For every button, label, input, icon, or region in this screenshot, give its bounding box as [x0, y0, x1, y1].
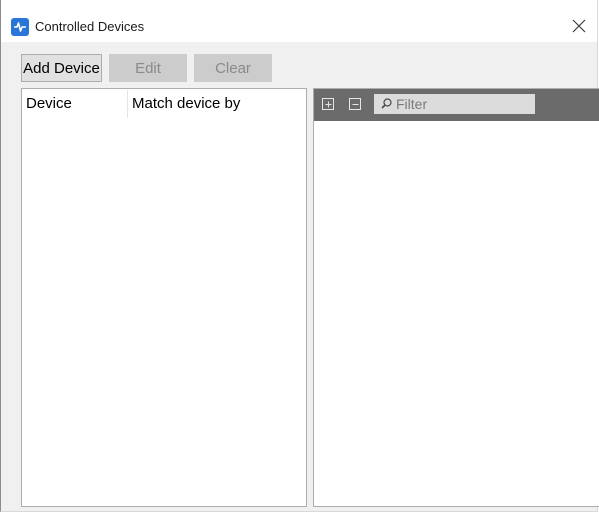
expand-all-button[interactable]: [322, 98, 334, 110]
close-icon: [572, 19, 586, 33]
edit-button[interactable]: Edit: [109, 54, 187, 82]
tree-toolbar: [314, 89, 599, 121]
close-button[interactable]: [567, 14, 591, 38]
column-header-match-device-by[interactable]: Match device by: [132, 93, 302, 119]
title-bar: Controlled Devices: [1, 0, 597, 42]
add-device-button[interactable]: Add Device: [21, 54, 102, 82]
app-logo-icon: [11, 18, 29, 36]
device-table[interactable]: Device Match device by: [21, 88, 307, 507]
filter-input[interactable]: [396, 94, 532, 114]
column-header-device[interactable]: Device: [26, 93, 126, 119]
minus-box-icon: [352, 104, 359, 105]
collapse-all-button[interactable]: [349, 98, 361, 110]
search-icon: [381, 98, 392, 109]
clear-button[interactable]: Clear: [194, 54, 272, 82]
column-divider[interactable]: [127, 90, 128, 118]
device-tree-panel[interactable]: [313, 88, 599, 507]
filter-box: [374, 94, 535, 114]
window-title: Controlled Devices: [35, 19, 145, 34]
plus-box-icon: [325, 101, 332, 108]
controlled-devices-dialog: Controlled Devices Add Device Edit Clear…: [0, 0, 599, 512]
